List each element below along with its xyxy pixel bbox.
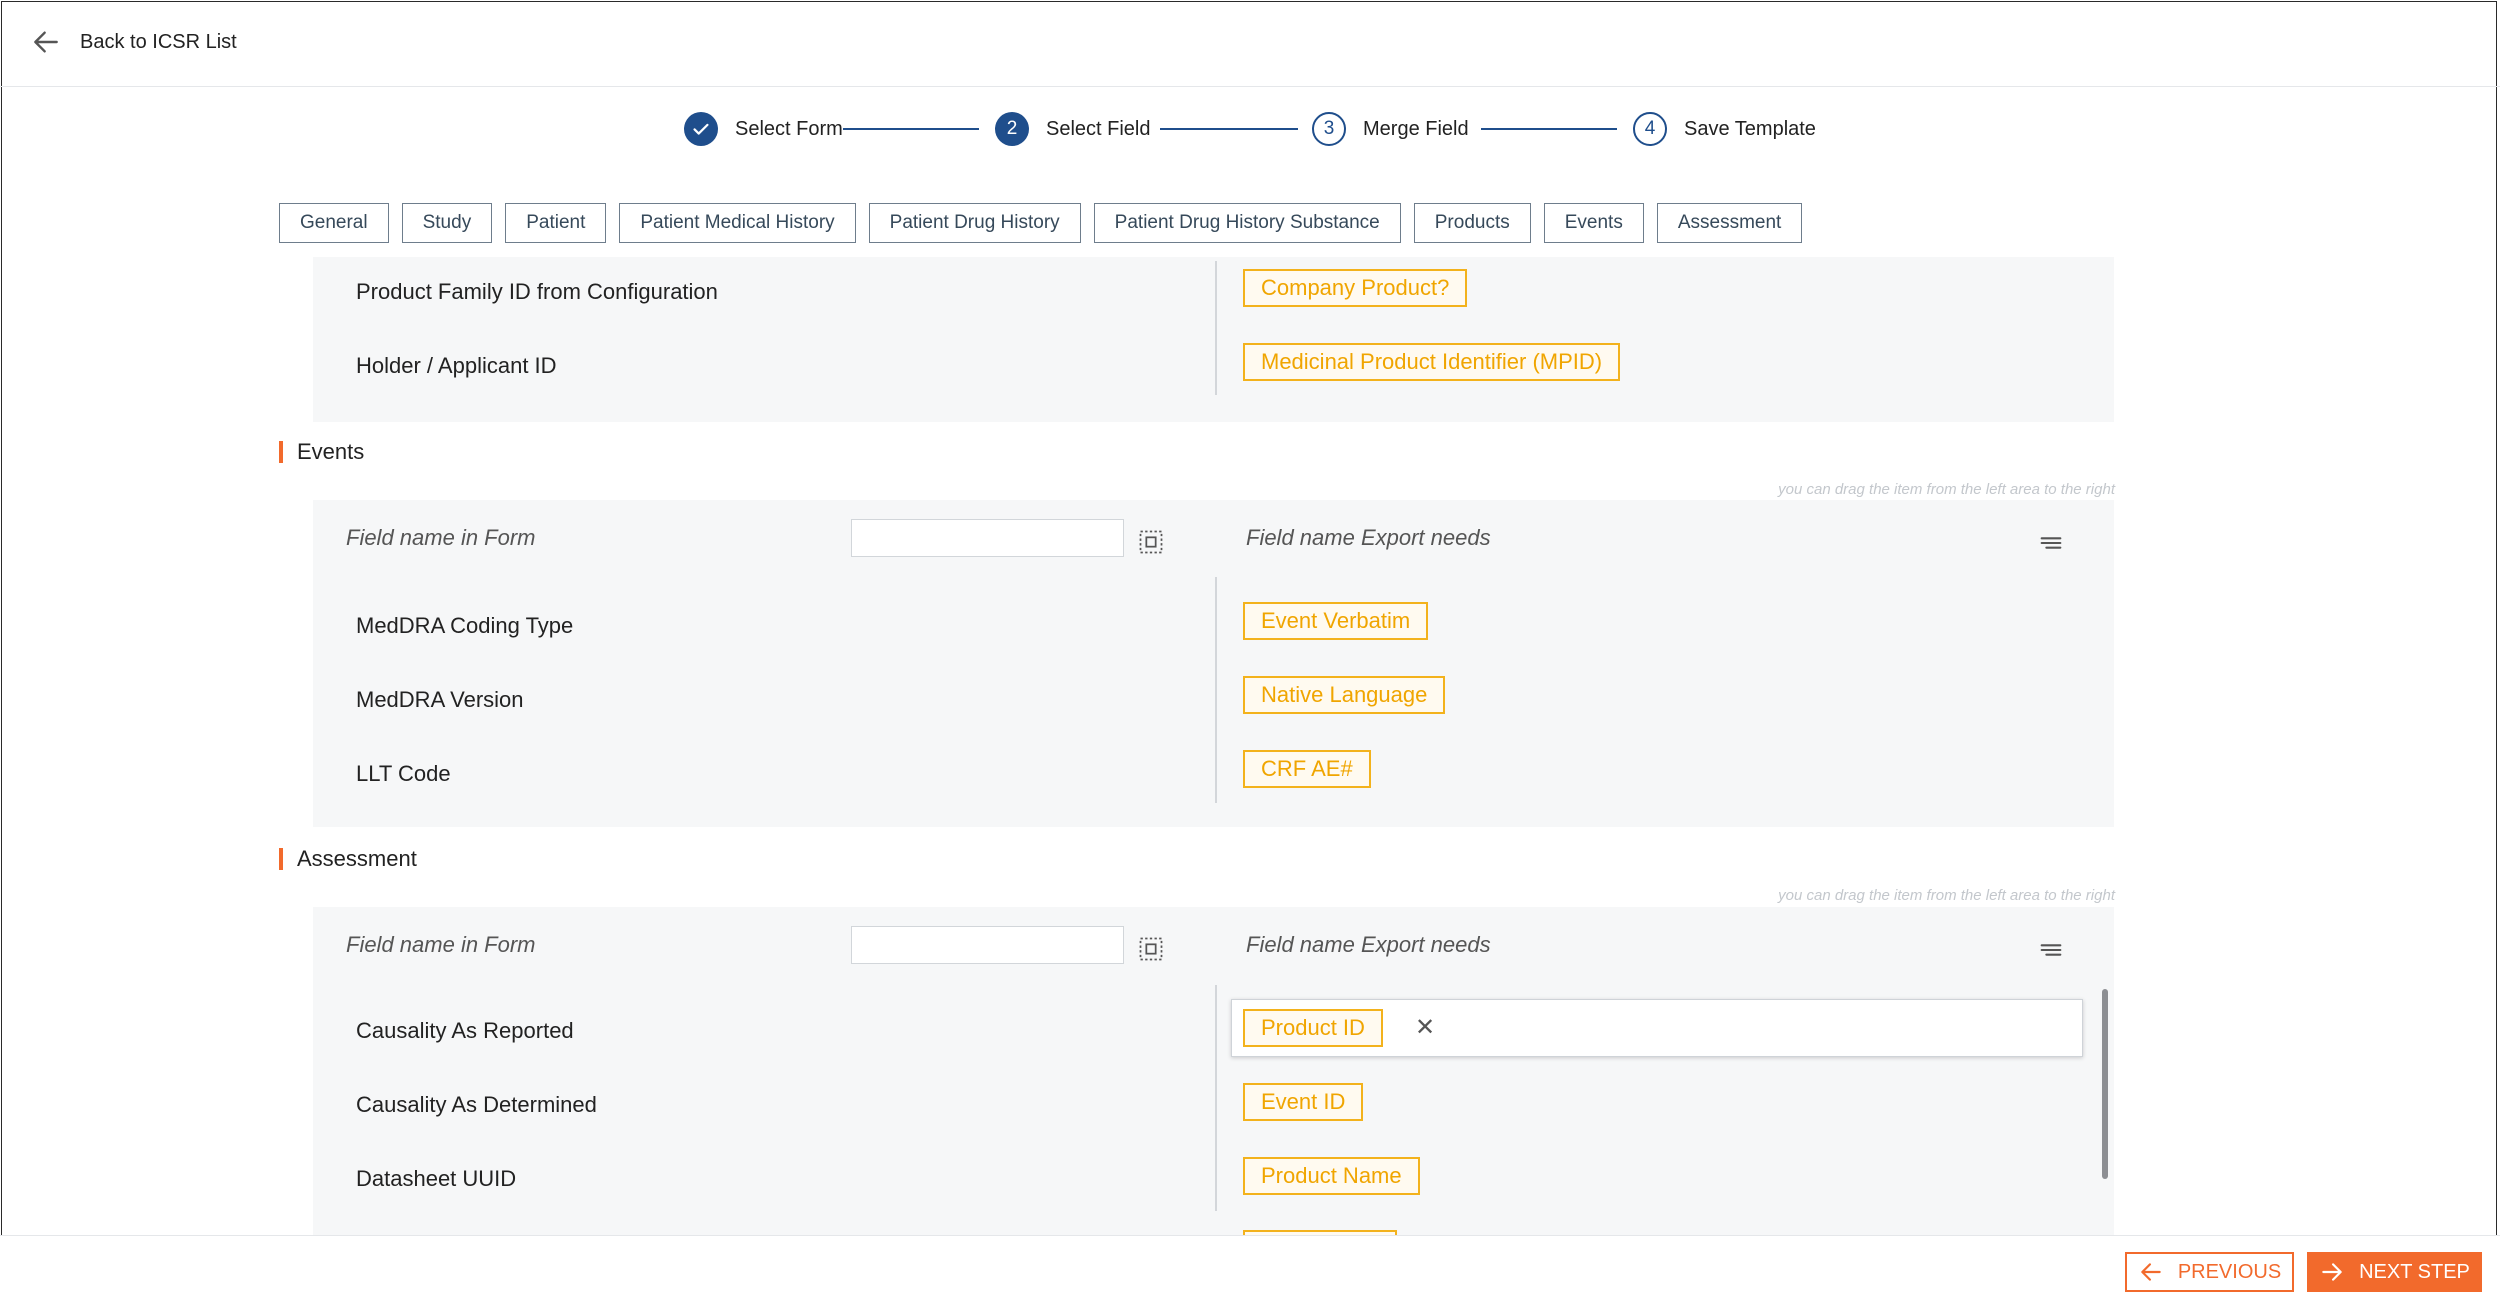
stepper: Select Form 2 Select Field 3 Merge Field… [0, 111, 2500, 147]
next-step-button[interactable]: NEXT STEP [2307, 1252, 2482, 1292]
top-bar: Back to ICSR List [0, 0, 2500, 87]
previous-button[interactable]: PREVIOUS [2125, 1252, 2294, 1292]
export-field-tag[interactable]: Product ID [1243, 1009, 1383, 1047]
step-label: Select Field [1046, 117, 1151, 140]
step-label: Merge Field [1363, 117, 1469, 140]
close-icon[interactable]: ✕ [1411, 1012, 1439, 1042]
export-column-header: Field name Export needs [1246, 932, 1491, 957]
form-column-header: Field name in Form [346, 525, 536, 550]
tab-patient-drug-history[interactable]: Patient Drug History [868, 203, 1081, 243]
scrollbar-thumb[interactable] [2102, 989, 2108, 1179]
sort-lines-icon[interactable] [2037, 529, 2065, 557]
step-select-field[interactable]: 2 Select Field [995, 111, 1151, 147]
events-mapping-panel [313, 500, 2114, 827]
step-merge-field[interactable]: 3 Merge Field [1312, 111, 1469, 147]
tab-general[interactable]: General [279, 203, 389, 243]
form-column-header: Field name in Form [346, 932, 536, 957]
export-field-tag[interactable]: Event ID [1243, 1083, 1364, 1121]
step-label: Save Template [1684, 117, 1816, 140]
tab-patient-medical-history[interactable]: Patient Medical History [619, 203, 856, 243]
column-divider [1215, 577, 1217, 803]
export-column-header: Field name Export needs [1246, 525, 1491, 550]
section-tabs: General Study Patient Patient Medical Hi… [279, 203, 1815, 243]
export-field-tag[interactable]: Event Verbatim [1243, 602, 1429, 640]
step-connector [1160, 128, 1298, 130]
form-field-label[interactable]: LLT Code [356, 761, 451, 787]
assessment-section-title: Assessment [279, 846, 417, 872]
export-field-tag[interactable]: Native Language [1243, 676, 1446, 714]
back-to-list-button[interactable]: Back to ICSR List [30, 26, 237, 58]
export-field-tag[interactable]: Medicinal Product Identifier (MPID) [1243, 343, 1621, 381]
assessment-mapping-panel [313, 907, 2114, 1235]
step-number: 3 [1312, 112, 1346, 146]
arrow-left-icon [2141, 1263, 2161, 1281]
step-label: Select Form [735, 117, 843, 140]
section-accent-bar [279, 848, 283, 870]
form-field-label[interactable]: Datasheet UUID [356, 1166, 516, 1192]
check-icon [684, 112, 718, 146]
step-save-template[interactable]: 4 Save Template [1633, 111, 1816, 147]
step-connector [1481, 128, 1617, 130]
tab-products[interactable]: Products [1413, 203, 1531, 243]
tab-patient[interactable]: Patient [505, 203, 607, 243]
select-all-icon[interactable] [1137, 528, 1165, 556]
export-field-tag[interactable]: CRF AE# [1243, 750, 1371, 788]
previous-label: PREVIOUS [2177, 1260, 2282, 1283]
arrow-left-icon [34, 31, 58, 53]
column-divider [1215, 261, 1217, 395]
events-section-title: Events [279, 439, 364, 465]
form-field-label[interactable]: Causality As Determined [356, 1092, 597, 1118]
select-all-icon[interactable] [1137, 935, 1165, 963]
tab-assessment[interactable]: Assessment [1656, 203, 1803, 243]
tab-study[interactable]: Study [401, 203, 493, 243]
drag-hint: you can drag the item from the left area… [1778, 481, 2115, 498]
drag-hint: you can drag the item from the left area… [1778, 887, 2115, 904]
form-field-label[interactable]: Product Family ID from Configuration [356, 279, 718, 305]
arrow-right-icon [2322, 1263, 2342, 1281]
export-field-tag[interactable]: Company Product? [1243, 269, 1468, 307]
step-number: 4 [1633, 112, 1667, 146]
back-label: Back to ICSR List [80, 30, 237, 53]
tab-patient-drug-history-substance[interactable]: Patient Drug History Substance [1093, 203, 1401, 243]
form-field-search-input[interactable] [851, 519, 1124, 557]
section-title-text: Events [297, 439, 365, 464]
tab-events[interactable]: Events [1543, 203, 1644, 243]
sort-lines-icon[interactable] [2037, 936, 2065, 964]
step-connector [843, 128, 979, 130]
form-field-label[interactable]: Causality As Reported [356, 1018, 574, 1044]
form-field-label[interactable]: Holder / Applicant ID [356, 353, 557, 379]
export-field-tag[interactable]: Product Name [1243, 1157, 1420, 1195]
next-step-label: NEXT STEP [2359, 1260, 2470, 1283]
section-accent-bar [279, 441, 283, 463]
form-field-label[interactable]: MedDRA Version [356, 687, 524, 713]
column-divider [1215, 985, 1217, 1211]
step-select-form[interactable]: Select Form [684, 111, 843, 147]
section-title-text: Assessment [297, 846, 417, 871]
form-field-label[interactable]: MedDRA Coding Type [356, 613, 573, 639]
step-number: 2 [995, 112, 1029, 146]
form-field-search-input[interactable] [851, 926, 1124, 964]
